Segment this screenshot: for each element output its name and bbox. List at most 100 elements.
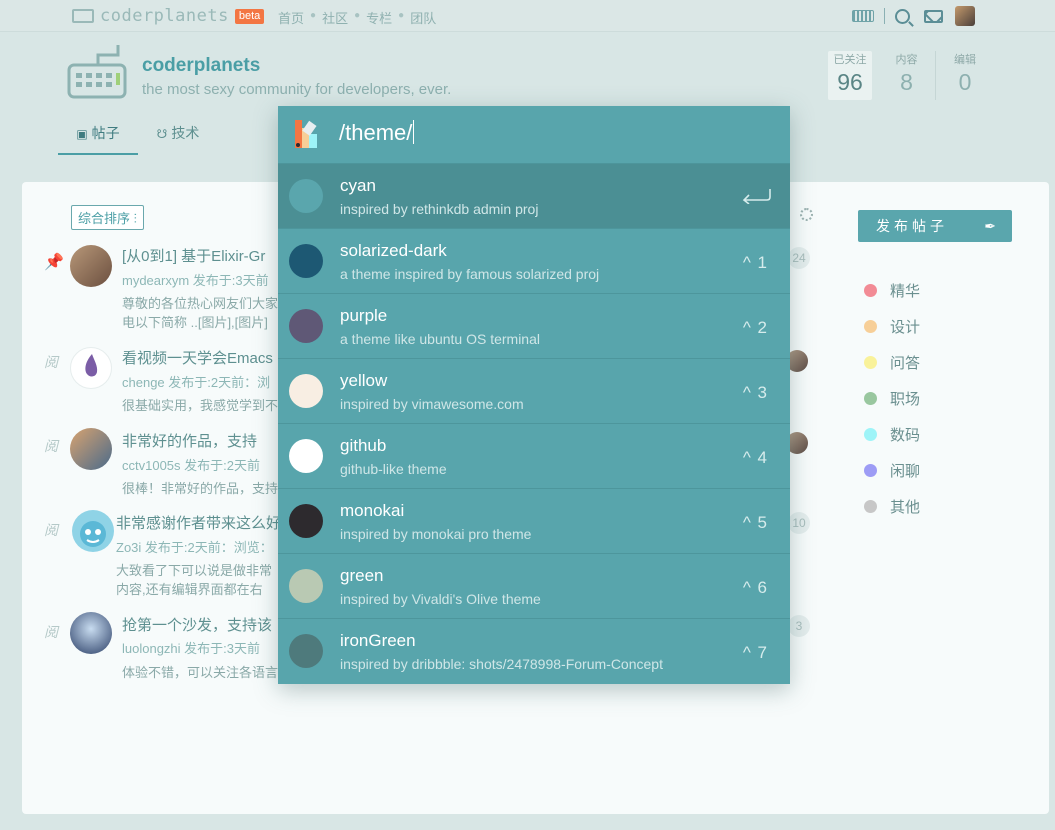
shortcut-hint: ^ 3 [742,383,768,402]
settings-gear-icon[interactable] [800,208,813,221]
theme-description: inspired by Vivaldi's Olive theme [340,591,541,607]
category-item[interactable]: 其他 [864,488,920,524]
theme-option-green[interactable]: green inspired by Vivaldi's Olive theme … [278,554,790,619]
category-item[interactable]: 设计 [864,308,920,344]
community-description: the most sexy community for developers, … [142,81,452,98]
shortcut-hint: ^ 5 [742,513,768,532]
elixir-logo-icon [85,354,98,377]
post-meta: cctv1005s 发布于:2天前 [122,458,260,473]
theme-name: purple [340,306,388,325]
shortcut-hint: ^ 4 [742,448,768,467]
nav-separator: ● [398,10,405,21]
nav-link-column[interactable]: 专栏 [366,8,392,27]
post-title[interactable]: 抢第一个沙发，支持该 [122,614,272,635]
theme-swatch [289,504,323,538]
post-excerpt: 很基础实用，我感觉学到不 [122,398,279,413]
category-item[interactable]: 问答 [864,344,920,380]
category-label: 闲聊 [890,462,921,480]
community-tabs: ▣ 帖子 ☋ 技术 [58,123,218,155]
keyboard-logo-icon [72,9,94,23]
category-color-dot [864,391,877,405]
shortcut-hint: ^ 6 [742,578,768,597]
nav-link-home[interactable]: 首页 [278,8,304,27]
nav-actions [852,6,975,26]
excerpt-line: 尊敬的各位热心网友们大家 [122,296,279,311]
comment-count: 3 [788,615,810,637]
theme-name: github [340,436,387,455]
category-label: 其他 [890,498,921,516]
theme-option-solarized-dark[interactable]: solarized-dark a theme inspired by famou… [278,229,790,294]
keyboard-shortcut-icon[interactable] [852,10,874,22]
publish-post-button[interactable]: 发布帖子 ✒ [858,210,1012,242]
category-color-dot [864,427,877,441]
theme-description: inspired by vimawesome.com [340,396,524,412]
post-author-avatar[interactable] [70,347,112,389]
theme-swatch [289,374,323,408]
theme-name: monokai [340,501,405,520]
post-meta: chenge 发布于:2天前：浏 [122,375,271,390]
stat-label: 内容 [895,54,918,66]
beta-badge: beta [234,8,265,24]
tab-posts[interactable]: ▣ 帖子 [58,123,138,155]
theme-option-cyan[interactable]: cyan inspired by rethinkdb admin proj [278,164,790,229]
post-meta: mydearxym 发布于:3天前 [122,273,269,288]
post-title[interactable]: 非常好的作品，支持 [122,430,257,451]
nav-link-community[interactable]: 社区 [322,8,348,27]
publish-label: 发布帖子 [876,218,948,234]
pin-icon: 📌 [44,254,64,271]
command-input[interactable]: /theme/ [339,120,415,146]
mail-icon[interactable] [924,9,943,23]
post-title[interactable]: 看视频一天学会Emacs [122,347,273,368]
posts-tab-icon: ▣ [76,127,88,141]
main-nav: 首页 ● 社区 ● 专栏 ● 团队 [278,8,436,27]
tab-tech[interactable]: ☋ 技术 [138,123,218,155]
theme-description: a theme inspired by famous solarized pro… [340,266,600,282]
category-item[interactable]: 精华 [864,272,920,308]
community-stats: 已关注 96 内容 8 编辑 0 [828,51,994,100]
logo-text: coderplanets [100,6,229,26]
stat-label: 已关注 [833,54,867,66]
theme-option-yellow[interactable]: yellow inspired by vimawesome.com ^ 3 [278,359,790,424]
category-item[interactable]: 闲聊 [864,452,920,488]
category-item[interactable]: 职场 [864,380,920,416]
stat-value: 96 [837,69,863,95]
theme-description: inspired by rethinkdb admin proj [340,201,539,217]
site-logo[interactable]: coderplanets beta [72,6,265,26]
theme-description: github-like theme [340,461,447,477]
theme-swatch [289,634,323,668]
post-excerpt: 尊敬的各位热心网友们大家 电以下简称 ..[图片],[图片] [122,294,278,332]
user-avatar[interactable] [955,6,975,26]
tab-label: 帖子 [91,125,120,141]
category-item[interactable]: 数码 [864,416,920,452]
shortcut-hint: ^ 2 [742,318,768,337]
stat-editors[interactable]: 编辑 0 [936,51,994,100]
search-icon[interactable] [895,8,910,24]
post-title[interactable]: [从0到1] 基于Elixir-Gr [122,245,265,266]
keyboard-community-icon [67,45,127,99]
top-nav: coderplanets beta 首页 ● 社区 ● 专栏 ● 团队 [0,0,1055,32]
category-color-dot [864,283,877,297]
theme-option-github[interactable]: github github-like theme ^ 4 [278,424,790,489]
theme-option-purple[interactable]: purple a theme like ubuntu OS terminal ^… [278,294,790,359]
theme-name: cyan [340,176,376,195]
tech-tab-icon: ☋ [156,127,168,141]
post-title[interactable]: 非常感谢作者带来这么好 [116,512,281,533]
sort-filter-button[interactable]: 综合排序 ⫶ [71,205,144,230]
category-label: 数码 [890,426,921,444]
post-author-avatar[interactable] [70,428,112,470]
category-color-dot [864,463,877,477]
tab-label: 技术 [171,125,200,141]
theme-option-monokai[interactable]: monokai inspired by monokai pro theme ^ … [278,489,790,554]
theme-swatch [289,244,323,278]
post-author-avatar[interactable] [72,510,114,552]
nav-divider [884,8,885,24]
category-color-dot [864,499,877,513]
post-author-avatar[interactable] [70,245,112,287]
theme-command-palette: /theme/ cyan inspired by rethinkdb admin… [278,106,790,684]
theme-option-irongreen[interactable]: ironGreen inspired by dribbble: shots/24… [278,619,790,684]
filter-sliders-icon: ⫶ [133,211,137,226]
nav-link-team[interactable]: 团队 [410,8,436,27]
post-author-avatar[interactable] [70,612,112,654]
stat-followers[interactable]: 已关注 96 [828,51,872,100]
stat-content[interactable]: 内容 8 [878,51,936,100]
